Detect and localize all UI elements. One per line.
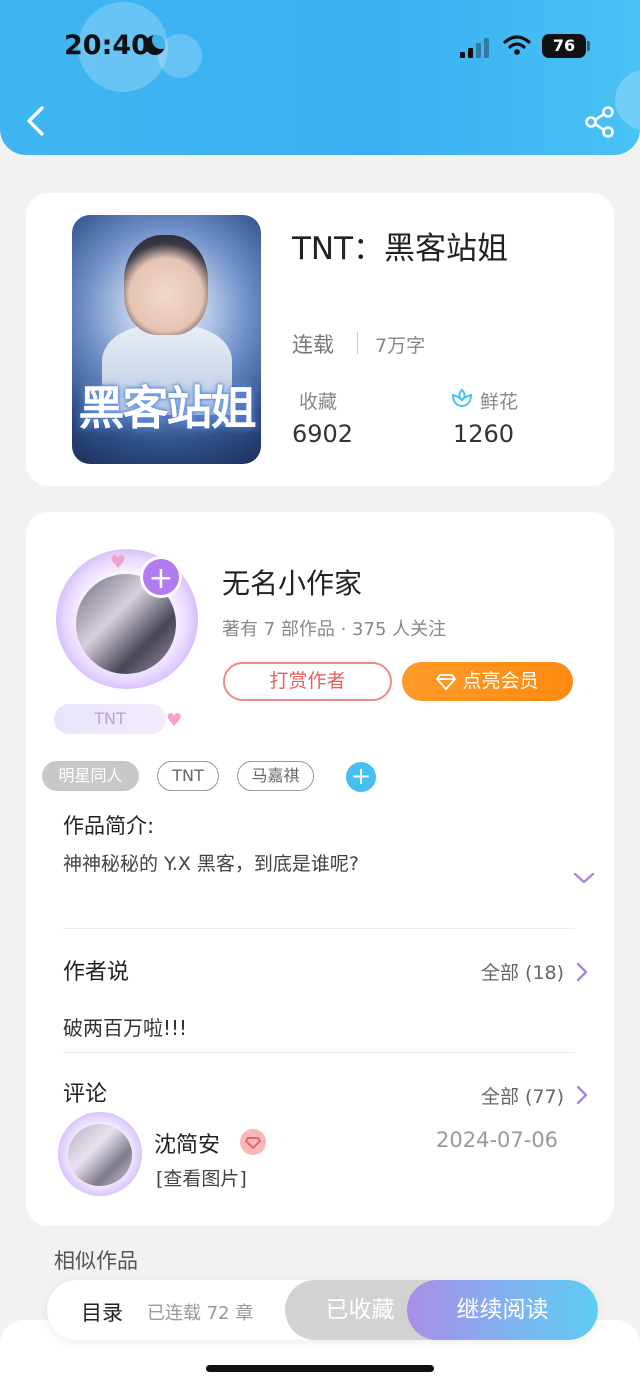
chapter-count: 已连载 72 章 xyxy=(147,1303,254,1324)
intro-title: 作品简介: xyxy=(63,814,155,838)
battery-tip xyxy=(587,41,590,51)
book-info-card: 黑客站姐 TNT：黑客站姐 连载 7万字 收藏 6902 鲜花 1260 xyxy=(26,193,614,486)
book-cover[interactable]: 黑客站姐 xyxy=(72,215,261,464)
comments-all-link[interactable]: 全部 (77) xyxy=(481,1082,564,1109)
back-icon[interactable] xyxy=(22,104,52,138)
comment-text[interactable]: [查看图片] xyxy=(156,1164,247,1191)
signal-icon xyxy=(460,36,492,58)
follow-author-button[interactable]: + xyxy=(140,556,182,598)
status-time: 20:40 xyxy=(64,30,150,61)
continue-reading-button[interactable]: 继续阅读 xyxy=(407,1280,598,1340)
tag-chip[interactable]: 马嘉祺 xyxy=(237,761,314,791)
favorites-label: 收藏 xyxy=(299,391,338,413)
wifi-icon xyxy=(503,35,531,55)
author-stats: 著有 7 部作品 · 375 人关注 xyxy=(222,619,447,640)
heart-icon: ♥ xyxy=(110,552,127,573)
flowers-label: 鲜花 xyxy=(480,391,519,413)
tip-author-button[interactable]: 打赏作者 xyxy=(223,662,392,701)
tag-chip[interactable]: TNT xyxy=(157,761,219,791)
chevron-right-icon[interactable] xyxy=(575,962,589,982)
vip-button[interactable]: 点亮会员 xyxy=(402,662,573,701)
comments-title: 评论 xyxy=(63,1082,108,1107)
section-divider xyxy=(63,1052,575,1053)
avatar-badge: TNT xyxy=(54,704,166,734)
diamond-icon xyxy=(436,673,457,690)
flowers-value: 1260 xyxy=(453,420,515,448)
chevron-right-icon[interactable] xyxy=(575,1085,589,1105)
author-name[interactable]: 无名小作家 xyxy=(222,562,362,602)
top-header: 20:40 76 xyxy=(0,0,640,155)
heart-icon: ♥ xyxy=(166,710,183,731)
bottom-action-bar: 目录 已连载 72 章 已收藏 继续阅读 xyxy=(47,1280,598,1340)
author-detail-card: + ♥ ♥ TNT 无名小作家 著有 7 部作品 · 375 人关注 打赏作者 … xyxy=(26,512,614,1226)
decor-bubble xyxy=(615,70,640,130)
author-say-title: 作者说 xyxy=(63,960,130,985)
book-title: TNT：黑客站姐 xyxy=(292,231,509,267)
vip-badge-icon xyxy=(240,1129,266,1155)
cover-figure-face xyxy=(124,235,208,335)
moon-icon xyxy=(145,35,165,55)
chevron-down-icon[interactable] xyxy=(572,870,596,886)
cover-title-text: 黑客站姐 xyxy=(78,381,257,435)
intro-text: 神神秘秘的 Y.X 黑客，到底是谁呢? xyxy=(63,853,359,875)
commenter-avatar[interactable] xyxy=(68,1124,132,1186)
author-say-text: 破两百万啦!!! xyxy=(63,1016,188,1040)
share-icon[interactable] xyxy=(582,104,618,140)
section-divider xyxy=(63,928,575,929)
toc-button[interactable]: 目录 xyxy=(81,1297,123,1327)
word-count: 7万字 xyxy=(375,335,426,357)
battery-indicator: 76 xyxy=(542,34,586,58)
vip-button-label: 点亮会员 xyxy=(462,670,539,692)
add-tag-button[interactable]: + xyxy=(346,762,376,792)
author-say-all-link[interactable]: 全部 (18) xyxy=(481,958,564,985)
commenter-name[interactable]: 沈简安 xyxy=(154,1127,220,1159)
tag-chip[interactable]: 明星同人 xyxy=(42,761,139,791)
home-indicator xyxy=(206,1365,434,1372)
serial-status: 连载 xyxy=(292,333,334,357)
comment-date: 2024-07-06 xyxy=(436,1128,559,1152)
flower-icon xyxy=(451,388,473,408)
similar-works-title: 相似作品 xyxy=(54,1249,138,1273)
meta-divider xyxy=(357,332,358,354)
favorites-value: 6902 xyxy=(292,420,354,448)
